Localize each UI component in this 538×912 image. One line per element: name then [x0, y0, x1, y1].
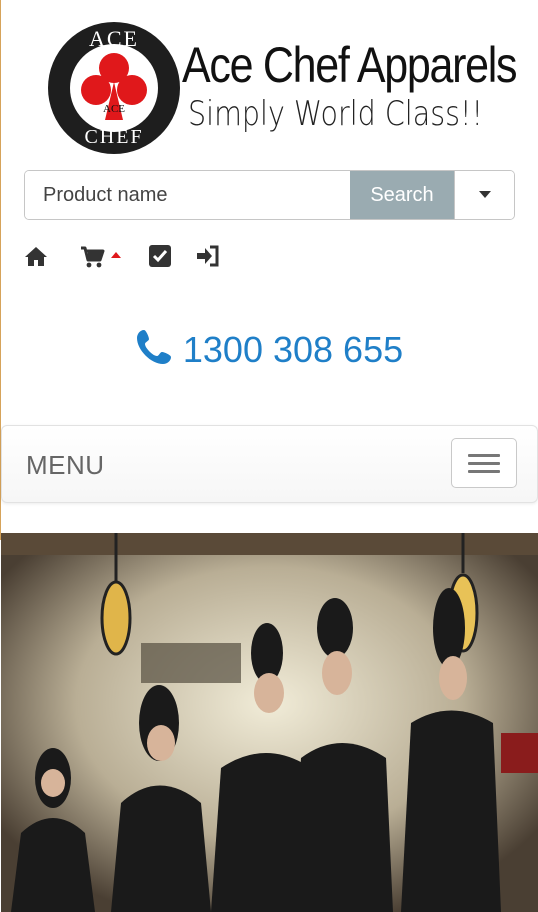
search-dropdown-button[interactable] — [454, 171, 514, 219]
brand-name: Ace Chef Apparels — [182, 37, 518, 93]
checkbox-icon[interactable] — [149, 245, 171, 267]
menu-label: MENU — [26, 450, 105, 480]
club-icon: ACE — [81, 53, 147, 120]
caret-down-icon — [478, 191, 491, 198]
logo-badge: ACE ACE CHEF — [48, 22, 180, 154]
logo-badge-bottom-text: CHEF — [84, 126, 144, 148]
search-button[interactable]: Search — [350, 171, 454, 219]
navbar: MENU — [1, 425, 538, 503]
cart-icon[interactable] — [80, 245, 124, 269]
phone-icon — [136, 330, 171, 364]
search-input[interactable] — [25, 171, 350, 219]
home-icon[interactable] — [24, 245, 48, 269]
kitchen-chefs-photo — [1, 533, 538, 912]
site-logo[interactable]: ACE ACE CHEF Ace Chef Apparels Simply Wo… — [48, 22, 518, 154]
logo-badge-mid-text: ACE — [103, 103, 125, 115]
phone-contact[interactable]: 1300 308 655 — [0, 328, 538, 371]
menu-toggle-button[interactable] — [451, 438, 517, 488]
sign-in-icon[interactable] — [196, 245, 220, 267]
hero-image — [1, 533, 538, 912]
phone-number[interactable]: 1300 308 655 — [183, 329, 403, 370]
search-bar: Search — [24, 170, 515, 220]
brand-tagline: Simply World Class!! — [188, 94, 483, 134]
